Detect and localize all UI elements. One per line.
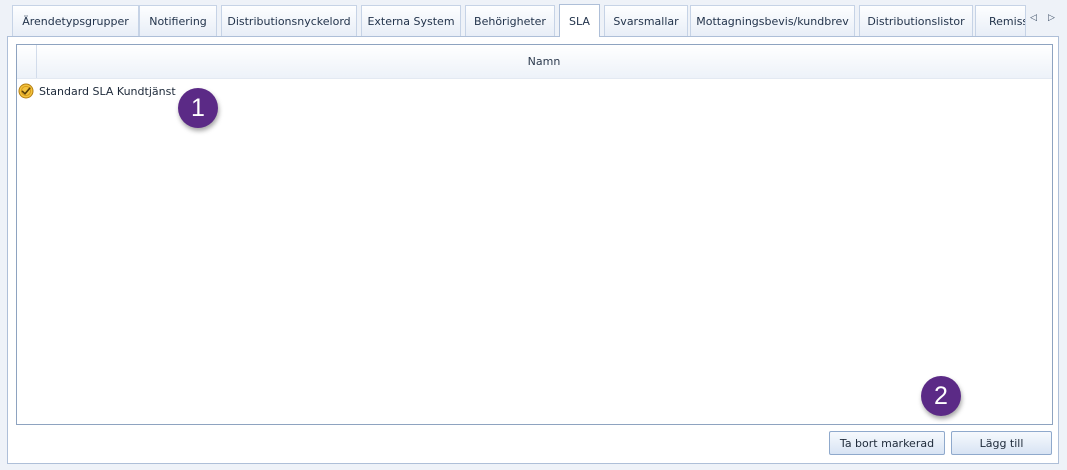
tab-strip: Ärendetypsgrupper Notifiering Distributi…: [0, 0, 1067, 37]
tab-remiss[interactable]: Remiss: [975, 5, 1026, 36]
triangle-left-icon[interactable]: ◁: [1030, 14, 1037, 23]
row-indicator-header: [17, 45, 37, 78]
tab-mottagningsbevis-kundbrev[interactable]: Mottagningsbevis/kundbrev: [690, 5, 855, 36]
tab-arendetypsgrupper[interactable]: Ärendetypsgrupper: [12, 5, 139, 36]
callout-badge-2: 2: [921, 376, 961, 416]
triangle-right-icon[interactable]: ▷: [1048, 14, 1055, 23]
sla-list: Namn Standard SLA Kundtjänst: [16, 44, 1053, 425]
remove-selected-button[interactable]: Ta bort markerad: [829, 431, 945, 455]
tab-distributionslistor[interactable]: Distributionslistor: [859, 5, 973, 36]
tab-behorigheter[interactable]: Behörigheter: [465, 5, 555, 36]
tab-externa-system[interactable]: Externa System: [361, 5, 461, 36]
tab-svarsmallar[interactable]: Svarsmallar: [604, 5, 688, 36]
sla-check-icon: [18, 83, 34, 99]
callout-badge-1: 1: [178, 88, 218, 128]
tab-sla[interactable]: SLA: [559, 4, 600, 37]
add-button[interactable]: Lägg till: [951, 431, 1052, 455]
sla-tab-panel: Namn Standard SLA Kundtjänst Ta bort mar…: [7, 36, 1059, 464]
list-item-label: Standard SLA Kundtjänst: [39, 84, 176, 98]
list-item[interactable]: Standard SLA Kundtjänst: [17, 82, 176, 100]
tab-notifiering[interactable]: Notifiering: [139, 5, 217, 36]
tab-distributionsnyckelord[interactable]: Distributionsnyckelord: [221, 5, 357, 36]
column-header-namn[interactable]: Namn: [36, 45, 1052, 78]
grid-header: Namn: [17, 45, 1052, 79]
